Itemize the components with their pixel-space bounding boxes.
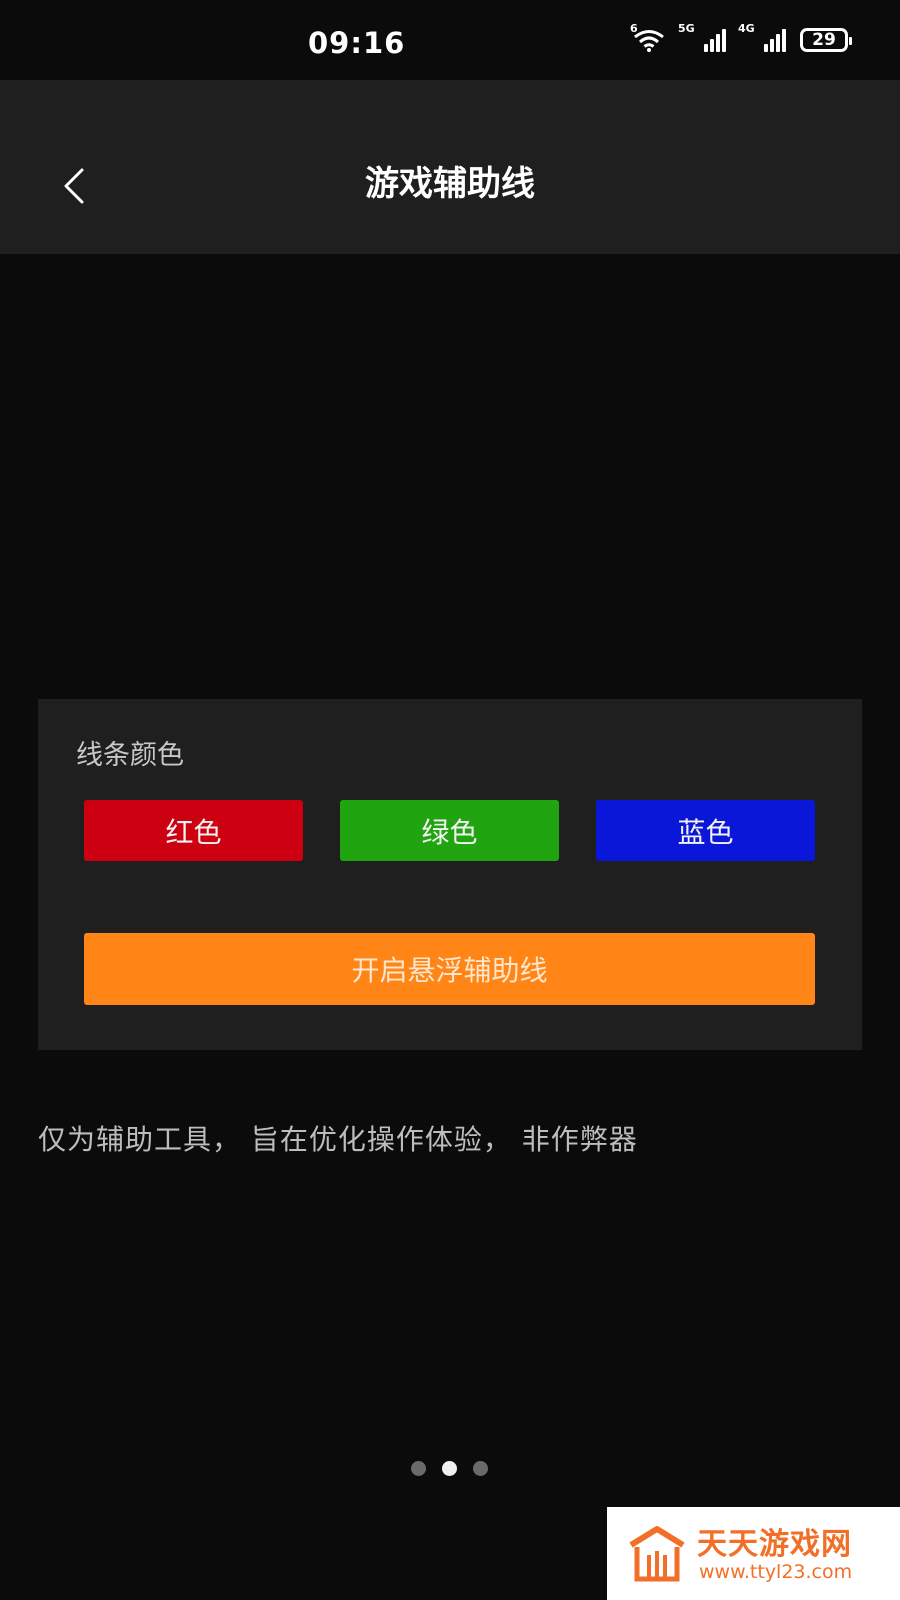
status-icons: 6 5G 4G 29 [630,22,852,52]
blue-color-label: 蓝色 [677,815,734,849]
watermark-url: www.ttyl23.com [699,1561,853,1583]
signal-4g-label: 4G [738,22,755,35]
enable-floating-line-button[interactable]: 开启悬浮辅助线 [84,933,815,1005]
blue-color-button[interactable]: 蓝色 [596,800,815,861]
status-bar: 09:16 6 5G 4G 29 [0,0,900,80]
disclaimer-text: 仅为辅助工具， 旨在优化操作体验， 非作弊器 [38,1123,638,1156]
site-watermark: 天天游戏网 www.ttyl23.com [607,1507,900,1600]
pager-dot[interactable] [411,1461,426,1476]
line-color-label: 线条颜色 [76,740,184,771]
page-title: 游戏辅助线 [365,164,535,204]
house-logo-icon [629,1526,685,1582]
red-color-button[interactable]: 红色 [84,800,303,861]
status-time: 09:16 [308,26,406,60]
signal-4g-icon: 4G [738,22,786,52]
pager-dot[interactable] [473,1461,488,1476]
pager-dots [411,1461,488,1476]
wifi-label: 6 [630,22,638,35]
battery-level: 29 [812,30,836,50]
battery-icon: 29 [800,28,852,52]
wifi-icon: 6 [630,22,666,52]
app-header: 游戏辅助线 [0,80,900,254]
enable-floating-line-label: 开启悬浮辅助线 [351,954,548,987]
pager-dot-active[interactable] [442,1461,457,1476]
signal-5g-icon: 5G [678,22,726,52]
line-color-card: 线条颜色 红色 绿色 蓝色 开启悬浮辅助线 [38,699,862,1050]
red-color-label: 红色 [165,815,222,849]
green-color-label: 绿色 [421,815,478,849]
green-color-button[interactable]: 绿色 [340,800,559,861]
watermark-name: 天天游戏网 [697,1527,852,1562]
signal-5g-label: 5G [678,22,695,35]
